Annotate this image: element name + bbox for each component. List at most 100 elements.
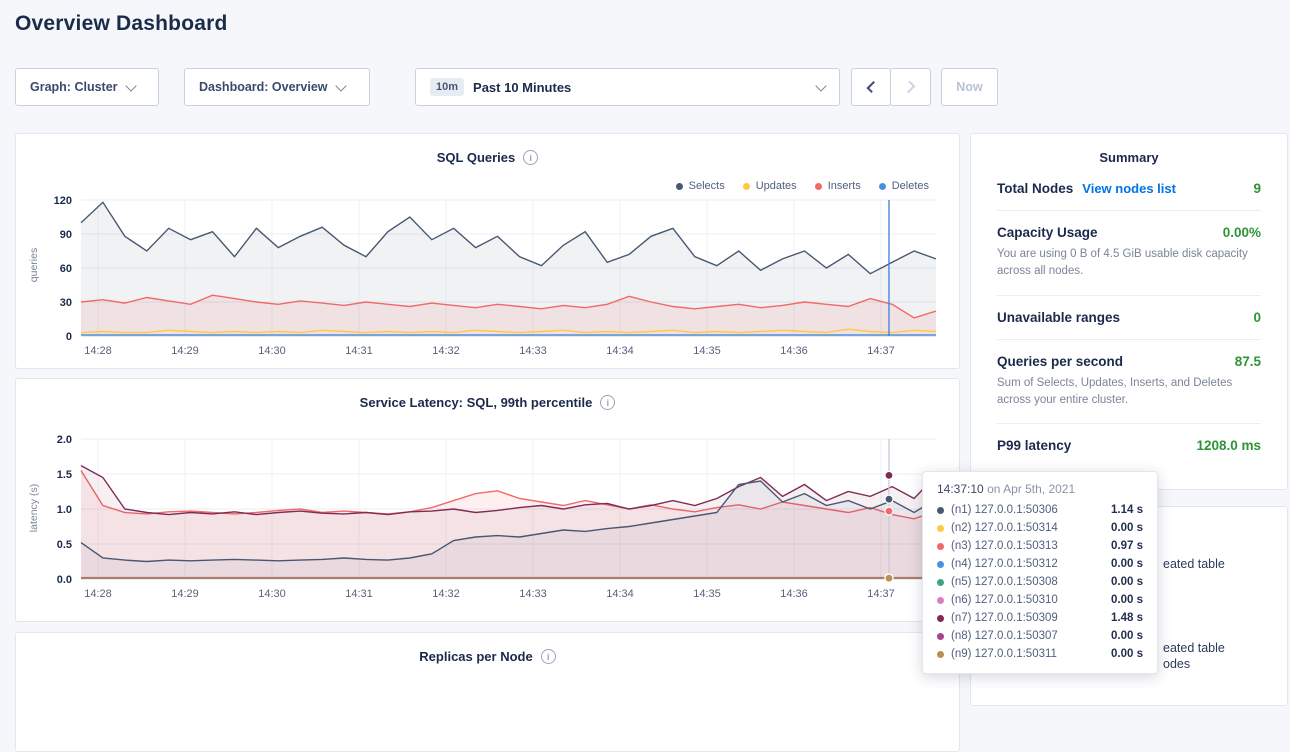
summary-title: Summary — [971, 134, 1287, 167]
summary-row-p99: P99 latency 1208.0 ms — [997, 424, 1261, 467]
series-color-dot — [937, 561, 944, 568]
tooltip-node-value: 0.00 s — [1111, 594, 1143, 606]
tooltip-node-row: (n3) 127.0.0.1:50313 0.97 s — [937, 537, 1143, 555]
svg-text:14:35: 14:35 — [693, 588, 721, 600]
now-button[interactable]: Now — [941, 68, 998, 106]
svg-text:90: 90 — [60, 229, 72, 241]
tooltip-node-value: 0.00 s — [1111, 630, 1143, 642]
svg-text:14:32: 14:32 — [432, 345, 460, 357]
series-color-dot — [937, 615, 944, 622]
tooltip-time: 14:37:10 — [937, 482, 984, 496]
sql-queries-chart-card: SQL Queries i SelectsUpdatesInsertsDelet… — [15, 133, 960, 369]
tooltip-rows: (n1) 127.0.0.1:503061.14 s(n2) 127.0.0.1… — [937, 501, 1143, 663]
tooltip-node-value: 0.00 s — [1111, 648, 1143, 660]
svg-text:14:30: 14:30 — [258, 345, 286, 357]
tooltip-node-label: (n1) 127.0.0.1:50306 — [951, 504, 1058, 516]
tooltip-node-row: (n1) 127.0.0.1:50306 1.14 s — [937, 501, 1143, 519]
series-color-dot — [937, 579, 944, 586]
unavailable-ranges-label: Unavailable ranges — [997, 310, 1120, 325]
svg-text:14:33: 14:33 — [519, 588, 547, 600]
svg-text:0: 0 — [66, 331, 72, 343]
chevron-down-icon — [335, 80, 346, 91]
summary-row-qps: Queries per second 87.5 Sum of Selects, … — [997, 340, 1261, 425]
summary-panel: Summary Total Nodes View nodes list 9 Ca… — [970, 133, 1288, 490]
replicas-per-node-chart-card: Replicas per Node i — [15, 632, 960, 752]
tooltip-header: 14:37:10 on Apr 5th, 2021 — [937, 482, 1143, 496]
p99-label: P99 latency — [997, 438, 1071, 453]
svg-text:1.0: 1.0 — [57, 504, 72, 516]
svg-text:14:37: 14:37 — [867, 345, 895, 357]
chart-hover-tooltip: 14:37:10 on Apr 5th, 2021 (n1) 127.0.0.1… — [922, 471, 1158, 674]
series-color-dot — [937, 651, 944, 658]
chevron-down-icon — [815, 80, 826, 91]
svg-text:60: 60 — [60, 263, 72, 275]
svg-text:14:32: 14:32 — [432, 588, 460, 600]
chart-title: SQL Queries — [437, 150, 516, 165]
capacity-description: You are using 0 B of 4.5 GiB usable disk… — [997, 246, 1261, 281]
time-next-button[interactable] — [890, 68, 931, 106]
tooltip-node-value: 1.14 s — [1111, 504, 1143, 516]
tooltip-node-label: (n6) 127.0.0.1:50310 — [951, 594, 1058, 606]
tooltip-node-row: (n4) 127.0.0.1:503120.00 s — [937, 555, 1143, 573]
tooltip-node-label: (n3) 127.0.0.1:50313 — [951, 540, 1058, 552]
series-color-dot — [937, 525, 944, 532]
qps-label: Queries per second — [997, 354, 1123, 369]
service-latency-chart-card: Service Latency: SQL, 99th percentile i … — [15, 378, 960, 622]
tooltip-node-label: (n8) 127.0.0.1:50307 — [951, 630, 1058, 642]
svg-text:14:31: 14:31 — [345, 588, 373, 600]
dashboard-label: Dashboard: Overview — [199, 80, 328, 94]
service-latency-plot[interactable]: 0.00.51.01.52.014:2814:2914:3014:3114:32… — [16, 427, 956, 605]
tooltip-node-row: (n8) 127.0.0.1:50307 0.00 s — [937, 627, 1143, 645]
tooltip-node-value: 0.97 s — [1111, 540, 1143, 552]
svg-text:120: 120 — [54, 195, 72, 207]
sql-queries-plot[interactable]: 0 30 60 90 120 14:28 14:29 14:30 14:31 14:32 14:33… — [16, 188, 956, 360]
info-icon[interactable]: i — [523, 150, 538, 165]
time-range-dropdown[interactable]: 10m Past 10 Minutes — [415, 68, 840, 106]
summary-row-unavailable-ranges: Unavailable ranges 0 — [997, 296, 1261, 340]
capacity-label: Capacity Usage — [997, 225, 1098, 240]
svg-text:14:33: 14:33 — [519, 345, 547, 357]
qps-value: 87.5 — [1235, 354, 1261, 369]
tooltip-node-label: (n9) 127.0.0.1:50311 — [951, 648, 1057, 660]
dashboard-dropdown[interactable]: Dashboard: Overview — [184, 68, 370, 106]
svg-text:14:28: 14:28 — [84, 345, 112, 357]
svg-text:0.0: 0.0 — [57, 574, 72, 586]
tooltip-node-label: (n4) 127.0.0.1:50312 — [951, 558, 1058, 570]
svg-text:14:34: 14:34 — [606, 588, 634, 600]
page-title: Overview Dashboard — [15, 12, 228, 36]
tooltip-node-label: (n5) 127.0.0.1:50308 — [951, 576, 1058, 588]
chart-header: Replicas per Node i — [16, 633, 959, 664]
svg-text:30: 30 — [60, 297, 72, 309]
info-icon[interactable]: i — [541, 649, 556, 664]
info-icon[interactable]: i — [600, 395, 615, 410]
chevron-left-icon — [866, 81, 878, 93]
svg-text:14:29: 14:29 — [171, 345, 199, 357]
svg-text:14:31: 14:31 — [345, 345, 373, 357]
series-color-dot — [937, 597, 944, 604]
y-axis-label: latency (s) — [28, 448, 40, 568]
svg-text:14:36: 14:36 — [780, 588, 808, 600]
series-color-dot — [937, 633, 944, 640]
tooltip-node-row: (n6) 127.0.0.1:50310 0.00 s — [937, 591, 1143, 609]
chart-title: Service Latency: SQL, 99th percentile — [360, 395, 593, 410]
svg-text:14:37: 14:37 — [867, 588, 895, 600]
svg-text:14:34: 14:34 — [606, 345, 634, 357]
tooltip-date: on Apr 5th, 2021 — [987, 482, 1075, 496]
tooltip-node-value: 0.00 s — [1111, 522, 1143, 534]
graph-scope-dropdown[interactable]: Graph: Cluster — [15, 68, 159, 106]
view-nodes-list-link[interactable]: View nodes list — [1082, 181, 1176, 196]
svg-text:14:35: 14:35 — [693, 345, 721, 357]
y-axis-label: queries — [28, 205, 40, 325]
metrics-controls: Graph: Cluster Dashboard: Overview 10m P… — [0, 68, 1290, 106]
time-range-label: Past 10 Minutes — [473, 80, 571, 95]
summary-row-total-nodes: Total Nodes View nodes list 9 — [997, 167, 1261, 211]
time-prev-button[interactable] — [851, 68, 891, 106]
tooltip-node-row: (n5) 127.0.0.1:503080.00 s — [937, 573, 1143, 591]
chart-header: Service Latency: SQL, 99th percentile i — [16, 379, 959, 410]
event-text-fragment: eated table — [1163, 557, 1225, 571]
svg-text:1.5: 1.5 — [57, 469, 72, 481]
chart-title: Replicas per Node — [419, 649, 532, 664]
summary-row-capacity: Capacity Usage 0.00% You are using 0 B o… — [997, 211, 1261, 296]
time-range-badge: 10m — [430, 78, 464, 96]
event-text-fragment: eated table — [1163, 641, 1225, 655]
